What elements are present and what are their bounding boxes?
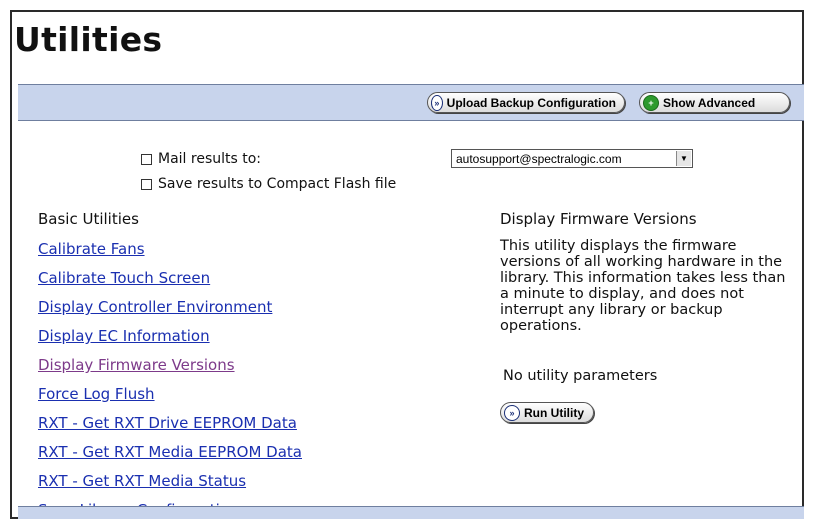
mail-results-checkbox[interactable] [141,153,152,165]
save-results-label: Save results to Compact Flash file [158,176,397,192]
utility-link[interactable]: Force Log Flush [38,385,155,403]
utility-description: This utility displays the firmware versi… [500,238,786,334]
utility-link[interactable]: Display Controller Environment [38,298,272,316]
utility-link[interactable]: Calibrate Fans [38,240,145,258]
double-chevron-right-icon: » [431,94,443,111]
utility-link[interactable]: RXT - Get RXT Drive EEPROM Data [38,414,297,432]
show-advanced-label: Show Advanced [663,95,756,110]
utility-link[interactable]: RXT - Get RXT Media EEPROM Data [38,443,302,461]
detail-heading: Display Firmware Versions [500,210,697,228]
utility-link[interactable]: Display EC Information [38,327,210,345]
footer-bar [18,506,804,519]
save-results-option: Save results to Compact Flash file [141,176,396,192]
chevron-down-icon[interactable]: ▼ [676,151,691,166]
mail-results-label: Mail results to: [158,151,262,167]
mail-results-option: Mail results to: [141,151,261,167]
email-select[interactable]: autosupport@spectralogic.com ▼ [451,149,693,168]
run-utility-label: Run Utility [524,405,584,420]
page-title: Utilities [14,20,163,59]
double-chevron-right-icon: » [504,404,520,421]
run-utility-button[interactable]: » Run Utility [500,402,594,423]
plus-circle-icon: + [643,94,659,111]
utility-parameters-text: No utility parameters [503,368,658,384]
basic-utilities-heading: Basic Utilities [38,210,139,228]
upload-backup-configuration-label: Upload Backup Configuration [446,95,616,110]
utility-link[interactable]: Calibrate Touch Screen [38,269,210,287]
save-results-checkbox[interactable] [141,178,152,190]
email-select-value: autosupport@spectralogic.com [456,151,622,166]
utility-link-selected[interactable]: Display Firmware Versions [38,356,235,374]
utility-link[interactable]: RXT - Get RXT Media Status [38,472,246,490]
upload-backup-configuration-button[interactable]: » Upload Backup Configuration [427,92,625,113]
show-advanced-button[interactable]: + Show Advanced [639,92,790,113]
toolbar: » Upload Backup Configuration + Show Adv… [18,84,804,121]
